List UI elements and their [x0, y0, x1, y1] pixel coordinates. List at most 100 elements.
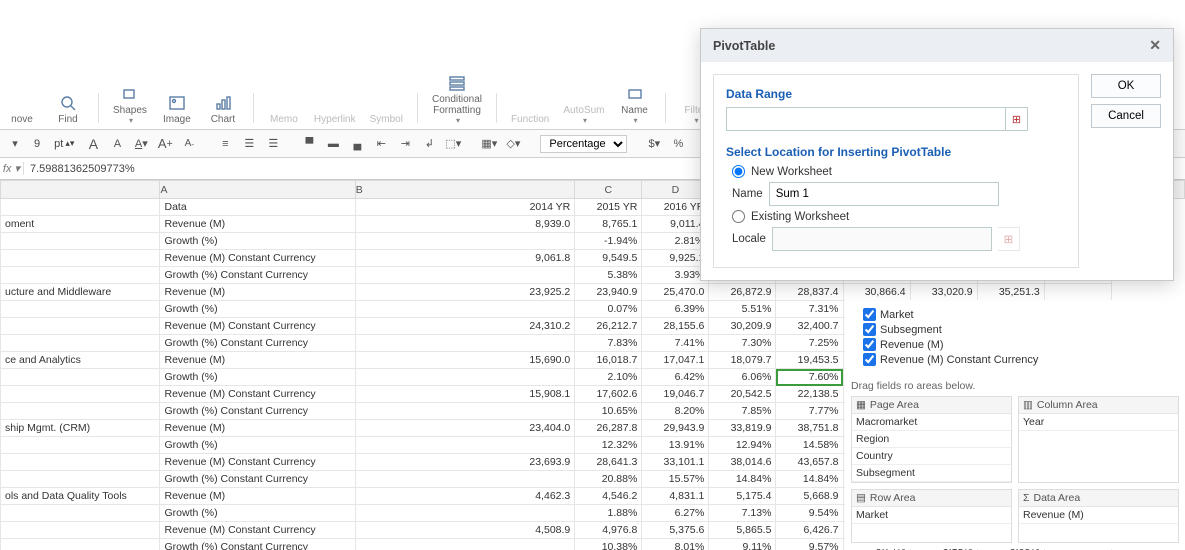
- indent-decrease-icon[interactable]: ⇤: [372, 135, 390, 153]
- font-color-icon[interactable]: A▾: [132, 135, 150, 153]
- metric-cell[interactable]: Revenue (M): [160, 216, 355, 233]
- range-picker-icon[interactable]: ⊞: [1006, 107, 1028, 131]
- data-area[interactable]: ΣData Area Revenue (M): [1018, 489, 1179, 543]
- category-cell[interactable]: [1, 250, 160, 267]
- data-cell[interactable]: 23,404.0: [355, 420, 574, 437]
- data-cell[interactable]: 7.25%: [776, 335, 843, 352]
- data-cell[interactable]: 7.41%: [642, 335, 709, 352]
- valign-mid-icon[interactable]: ▬: [324, 135, 342, 153]
- new-worksheet-radio[interactable]: [732, 165, 745, 178]
- data-cell[interactable]: 9,925.1: [642, 250, 709, 267]
- data-cell[interactable]: 2.81%: [642, 233, 709, 250]
- data-cell[interactable]: 5,375.6: [642, 522, 709, 539]
- move-tool[interactable]: nove: [6, 94, 38, 125]
- data-cell[interactable]: 38,751.8: [776, 420, 843, 437]
- metric-cell[interactable]: Growth (%): [160, 233, 355, 250]
- data-cell[interactable]: 23,925.2: [355, 284, 574, 301]
- metric-cell[interactable]: Revenue (M) Constant Currency: [160, 386, 355, 403]
- data-cell[interactable]: 8.20%: [642, 403, 709, 420]
- data-cell[interactable]: 5.51%: [709, 301, 776, 318]
- metric-cell[interactable]: Growth (%): [160, 437, 355, 454]
- data-cell[interactable]: 7.77%: [776, 403, 843, 420]
- hyperlink-tool[interactable]: Hyperlink: [314, 94, 356, 125]
- autosum-tool[interactable]: AutoSum: [563, 85, 604, 125]
- data-cell[interactable]: 6.06%: [709, 369, 776, 386]
- ok-button[interactable]: OK: [1091, 74, 1161, 98]
- font-shrink-icon[interactable]: A: [108, 135, 126, 153]
- field-checkbox[interactable]: Revenue (M) Constant Currency: [863, 353, 1179, 366]
- symbol-tool[interactable]: Symbol: [370, 94, 403, 125]
- data-cell[interactable]: 8,765.1: [575, 216, 642, 233]
- fx-icon[interactable]: fx ▾: [0, 162, 24, 175]
- data-cell[interactable]: 5,865.5: [709, 522, 776, 539]
- category-cell[interactable]: [1, 335, 160, 352]
- data-cell[interactable]: 5,175.4: [709, 488, 776, 505]
- data-cell[interactable]: 10.38%: [575, 539, 642, 550]
- field-checkbox[interactable]: Revenue (M): [863, 338, 1179, 351]
- category-cell[interactable]: ucture and Middleware: [1, 284, 160, 301]
- shapes-tool[interactable]: Shapes: [113, 85, 147, 125]
- data-cell[interactable]: 23,940.9: [575, 284, 642, 301]
- data-cell[interactable]: 8.01%: [642, 539, 709, 550]
- data-cell[interactable]: 14.84%: [776, 471, 843, 488]
- data-cell[interactable]: 13.91%: [642, 437, 709, 454]
- data-cell[interactable]: 9,549.5: [575, 250, 642, 267]
- data-cell[interactable]: 7.60%: [776, 369, 843, 386]
- valign-bot-icon[interactable]: ▄: [348, 135, 366, 153]
- data-cell[interactable]: [355, 471, 574, 488]
- metric-cell[interactable]: Revenue (M): [160, 284, 355, 301]
- data-cell[interactable]: 18,079.7: [709, 352, 776, 369]
- page-area[interactable]: ▦Page Area MacromarketRegionCountrySubse…: [851, 396, 1012, 483]
- data-cell[interactable]: 15.57%: [642, 471, 709, 488]
- metric-cell[interactable]: Growth (%) Constant Currency: [160, 539, 355, 550]
- metric-cell[interactable]: Revenue (M): [160, 488, 355, 505]
- data-cell[interactable]: 4,546.2: [575, 488, 642, 505]
- metric-cell[interactable]: Revenue (M) Constant Currency: [160, 318, 355, 335]
- category-cell[interactable]: [1, 369, 160, 386]
- data-cell[interactable]: 28,155.6: [642, 318, 709, 335]
- data-cell[interactable]: 19,453.5: [776, 352, 843, 369]
- category-cell[interactable]: [1, 386, 160, 403]
- data-cell[interactable]: 14.58%: [776, 437, 843, 454]
- data-cell[interactable]: 29,943.9: [642, 420, 709, 437]
- function-tool[interactable]: Function: [511, 94, 549, 125]
- metric-cell[interactable]: Revenue (M) Constant Currency: [160, 522, 355, 539]
- col-header-A[interactable]: A: [160, 181, 355, 199]
- percent-icon[interactable]: %: [669, 135, 687, 153]
- data-cell[interactable]: 19,046.7: [642, 386, 709, 403]
- category-cell[interactable]: ship Mgmt. (CRM): [1, 420, 160, 437]
- data-cell[interactable]: 6,426.7: [776, 522, 843, 539]
- data-cell[interactable]: 17,047.1: [642, 352, 709, 369]
- data-cell[interactable]: 33,819.9: [709, 420, 776, 437]
- data-cell[interactable]: [355, 437, 574, 454]
- category-cell[interactable]: [1, 539, 160, 550]
- data-cell[interactable]: 12.32%: [575, 437, 642, 454]
- col-header-C[interactable]: C: [575, 181, 642, 199]
- data-cell[interactable]: 7.31%: [776, 301, 843, 318]
- data-cell[interactable]: 23,693.9: [355, 454, 574, 471]
- data-cell[interactable]: 4,831.1: [642, 488, 709, 505]
- area-item[interactable]: Market: [852, 507, 1011, 524]
- data-cell[interactable]: 24,310.2: [355, 318, 574, 335]
- data-cell[interactable]: [355, 505, 574, 522]
- merge-icon[interactable]: ⬚▾: [444, 135, 462, 153]
- data-cell[interactable]: 12.94%: [709, 437, 776, 454]
- data-cell[interactable]: [355, 369, 574, 386]
- category-cell[interactable]: [1, 233, 160, 250]
- category-cell[interactable]: oment: [1, 216, 160, 233]
- data-cell[interactable]: 26,872.9: [709, 284, 776, 301]
- data-cell[interactable]: 6.42%: [642, 369, 709, 386]
- data-cell[interactable]: 35,251.3: [977, 284, 1044, 301]
- data-cell[interactable]: [355, 233, 574, 250]
- wrap-icon[interactable]: ↲: [420, 135, 438, 153]
- metric-cell[interactable]: Growth (%) Constant Currency: [160, 335, 355, 352]
- data-cell[interactable]: 25,470.0: [642, 284, 709, 301]
- currency-icon[interactable]: $▾: [645, 135, 663, 153]
- data-cell[interactable]: [355, 267, 574, 284]
- cond-format-tool[interactable]: Conditional Formatting: [432, 74, 482, 125]
- metric-cell[interactable]: Growth (%): [160, 301, 355, 318]
- data-cell[interactable]: 33,020.9: [910, 284, 977, 301]
- data-cell[interactable]: 15,690.0: [355, 352, 574, 369]
- data-cell[interactable]: 38,014.6: [709, 454, 776, 471]
- row-area[interactable]: ▤Row Area Market: [851, 489, 1012, 543]
